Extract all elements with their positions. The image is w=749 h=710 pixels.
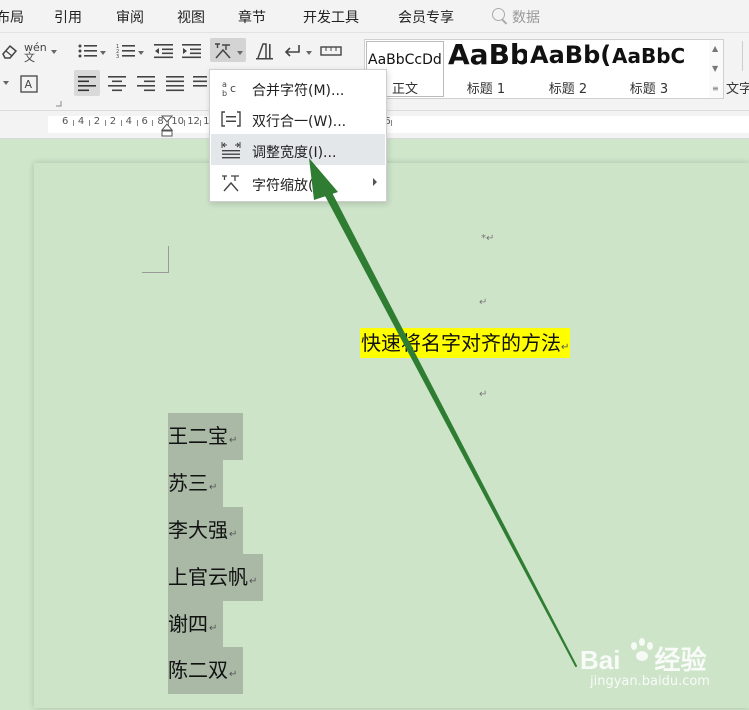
watermark-brand-cn: 经验 bbox=[654, 645, 707, 675]
watermark-brand: Bai 经验 bbox=[580, 640, 706, 677]
watermark-url: jingyan.baidu.com bbox=[590, 674, 710, 689]
watermark-brand-latin: Bai bbox=[580, 645, 621, 675]
annotation-arrow bbox=[309, 158, 577, 667]
